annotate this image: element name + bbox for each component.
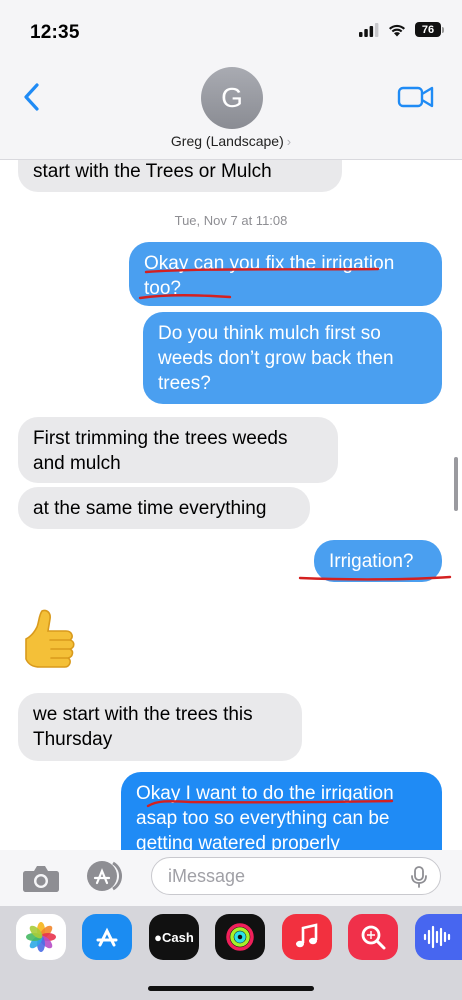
message-received[interactable]: we start with the trees this Thursday [18,693,302,761]
image-search-app-button[interactable] [348,914,398,960]
app-store-drawer-button[interactable] [84,859,128,895]
message-text-line: Thursday [33,729,113,750]
status-icons: 76 [359,22,444,37]
compose-bar [0,850,462,906]
message-text-line: too? [144,278,181,299]
message-text-line: asap too so everything can be [136,808,390,829]
message-text-line: weeds don’t grow back then [158,348,394,369]
message-text-line: First trimming the trees weeds [33,428,288,449]
message-sent[interactable]: Okay I want to do the irrigation asap to… [121,772,442,850]
message-text: Irrigation? [329,551,414,572]
avatar-initial: G [221,82,243,113]
wifi-icon [389,24,405,36]
message-text-line: Okay I want to do the irrigation [136,783,394,804]
message-timestamp: Tue, Nov 7 at 11:08 [174,213,288,228]
audio-message-app-button[interactable] [415,914,462,960]
photos-app-button[interactable] [16,914,66,960]
status-time: 12:35 [30,22,80,43]
app-store-icon [96,927,118,947]
camera-button[interactable] [22,862,60,894]
chevron-left-icon [24,83,39,111]
message-text: at the same time everything [33,498,267,519]
message-text-line: trees? [158,373,211,394]
battery-icon: 76 [415,22,444,37]
message-sent[interactable]: Do you think mulch first so weeds don’t … [143,312,442,404]
message-text-line: Okay can you fix the irrigation [144,253,395,274]
contact-avatar[interactable]: G [201,67,263,129]
app-store-app-button[interactable] [82,914,132,960]
microphone-icon[interactable] [410,866,428,888]
photos-icon [26,922,56,952]
cash-label: Cash [162,929,194,945]
video-camera-icon [397,86,434,108]
message-received[interactable]: First trimming the trees weeds and mulch [18,417,338,483]
search-icon [361,925,386,950]
imessage-input[interactable] [151,857,441,895]
camera-icon [23,866,59,892]
message-text-line: we start with the trees this [33,704,253,725]
message-text-line: getting watered properly [136,833,340,850]
app-store-icon [87,861,123,891]
battery-level: 76 [415,22,441,37]
facetime-video-button[interactable] [396,83,436,111]
cellular-signal-icon [359,22,379,37]
message-text: start with the Trees or Mulch [33,161,272,182]
fitness-rings-icon [226,923,254,951]
apple-cash-app-button[interactable]: ● Cash [149,914,199,960]
message-sent[interactable]: Irrigation? [314,540,442,582]
music-app-button[interactable] [282,914,332,960]
message-thread[interactable]: start with the Trees or Mulch Tue, Nov 7… [0,160,462,850]
contact-name-button[interactable]: Greg (Landscape) › [0,133,462,149]
chevron-right-icon: › [286,134,292,149]
message-sent[interactable]: Okay can you fix the irrigation too? [129,242,442,306]
message-text-line: Do you think mulch first so [158,323,381,344]
audio-waveform-icon [423,925,450,949]
fitness-app-button[interactable] [215,914,265,960]
music-note-icon [296,923,318,948]
home-indicator[interactable] [148,986,314,991]
message-received[interactable]: start with the Trees or Mulch [18,160,342,192]
message-text-line: and mulch [33,453,121,474]
conversation-header: 12:35 76 G Greg (Landscape) › [0,0,462,160]
contact-name: Greg (Landscape) [170,133,284,149]
imessage-app-strip: ● Cash [0,906,462,1000]
message-received[interactable]: at the same time everything [18,487,310,529]
message-text-field[interactable] [168,865,398,887]
scroll-indicator[interactable] [454,457,458,511]
back-button[interactable] [16,80,46,114]
thumbs-up-icon[interactable] [20,607,82,673]
apple-logo-icon: ● [154,929,163,945]
